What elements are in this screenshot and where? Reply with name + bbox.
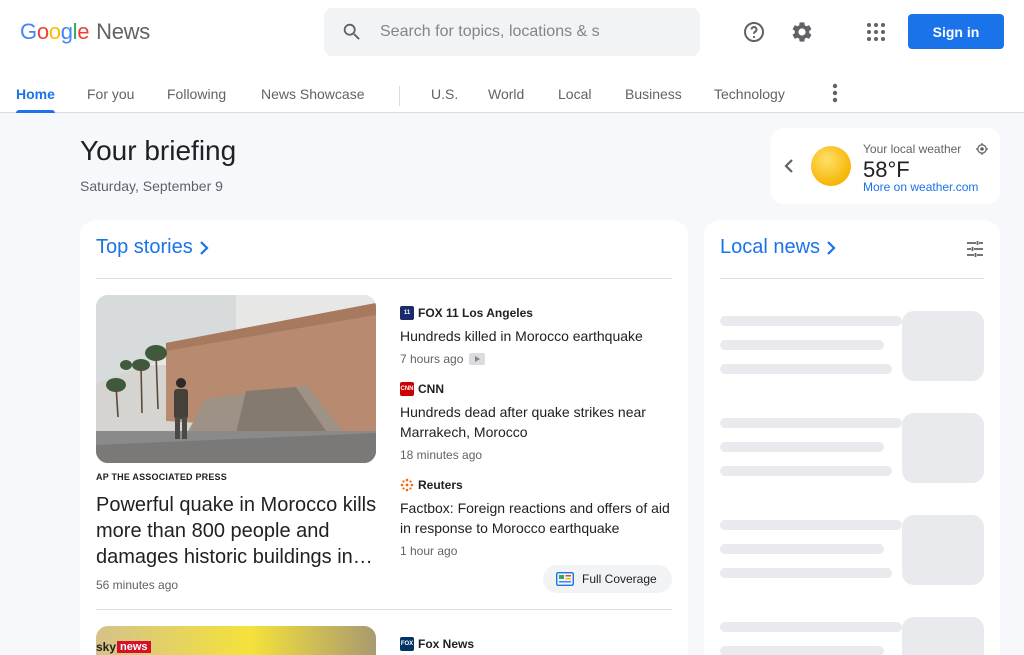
sky-news-logo: sky news xyxy=(96,640,151,654)
tab-news-showcase[interactable]: News Showcase xyxy=(261,86,365,113)
weather-label: Your local weather xyxy=(863,142,962,156)
divider xyxy=(96,609,672,610)
app-header: GoogleNews Sign in Home For you Followin… xyxy=(0,0,1024,113)
second-story-image[interactable]: sky news xyxy=(96,626,376,655)
divider xyxy=(96,278,672,279)
section-nav: Home For you Following News Showcase U.S… xyxy=(0,78,1024,113)
story-headline[interactable]: Hundreds dead after quake strikes near M… xyxy=(400,402,670,442)
weather-link[interactable]: More on weather.com xyxy=(863,180,978,194)
story-time: 18 minutes ago xyxy=(400,448,483,462)
story-time: 1 hour ago xyxy=(400,544,458,558)
help-icon[interactable] xyxy=(738,16,770,48)
story-source: Fox News xyxy=(418,637,475,651)
story-headline[interactable]: Factbox: Foreign reactions and offers of… xyxy=(400,498,670,538)
tab-technology[interactable]: Technology xyxy=(714,86,785,113)
divider xyxy=(720,278,984,279)
sign-in-button[interactable]: Sign in xyxy=(908,14,1004,49)
weather-widget[interactable]: Your local weather 58°F More on weather.… xyxy=(771,128,1000,204)
story-source: FOX 11 Los Angeles xyxy=(418,306,533,320)
apps-grid-icon[interactable] xyxy=(860,16,892,48)
location-icon[interactable] xyxy=(976,142,988,160)
chevron-right-icon xyxy=(827,240,836,255)
tab-local[interactable]: Local xyxy=(558,86,591,113)
chevron-right-icon xyxy=(199,240,209,255)
briefing-date: Saturday, September 9 xyxy=(80,178,223,194)
related-story-1[interactable]: 11 FOX 11 Los Angeles Hundreds killed in … xyxy=(400,305,670,366)
main-story-image[interactable] xyxy=(96,295,376,463)
second-story-source[interactable]: FOX Fox News xyxy=(400,636,474,652)
fox11-logo-icon: 11 xyxy=(400,306,414,320)
nav-divider xyxy=(399,86,400,106)
video-icon xyxy=(469,353,486,365)
reuters-logo-icon xyxy=(400,478,414,492)
google-news-logo[interactable]: Go o g l e News xyxy=(20,19,150,45)
tune-icon[interactable] xyxy=(966,240,984,263)
tab-home[interactable]: Home xyxy=(16,86,55,113)
related-story-2[interactable]: CNN CNN Hundreds dead after quake strikes… xyxy=(400,381,670,462)
tab-business[interactable]: Business xyxy=(625,86,682,113)
sunny-weather-icon xyxy=(809,144,853,188)
full-coverage-button[interactable]: Full Coverage xyxy=(543,565,672,593)
main-story-time: 56 minutes ago xyxy=(96,578,179,592)
related-story-3[interactable]: Reuters Factbox: Foreign reactions and o… xyxy=(400,477,670,558)
cnn-logo-icon: CNN xyxy=(400,382,414,396)
tab-following[interactable]: Following xyxy=(167,86,226,113)
main-story-headline[interactable]: Powerful quake in Morocco kills more tha… xyxy=(96,492,378,570)
story-source: CNN xyxy=(418,382,444,396)
fox-news-logo-icon: FOX xyxy=(400,637,414,651)
tab-us[interactable]: U.S. xyxy=(431,86,458,113)
local-news-heading[interactable]: Local news xyxy=(720,236,838,259)
story-headline[interactable]: Hundreds killed in Morocco earthquake xyxy=(400,326,670,346)
top-stories-card: Top stories AP THE ASSOCIATED PRESS Powe… xyxy=(80,220,688,655)
more-vert-icon[interactable] xyxy=(823,81,847,105)
search-box[interactable] xyxy=(324,8,700,56)
story-time: 7 hours ago xyxy=(400,352,464,366)
local-news-card: Local news xyxy=(704,220,1000,655)
top-stories-heading[interactable]: Top stories xyxy=(96,236,211,259)
full-coverage-icon xyxy=(556,572,574,586)
ap-logo: AP THE ASSOCIATED PRESS xyxy=(96,472,227,482)
chevron-left-icon[interactable] xyxy=(783,156,795,181)
settings-gear-icon[interactable] xyxy=(786,16,818,48)
search-icon[interactable] xyxy=(324,8,380,56)
story-source: Reuters xyxy=(418,478,463,492)
page-title: Your briefing xyxy=(80,135,237,166)
search-input[interactable] xyxy=(380,23,680,41)
tab-for-you[interactable]: For you xyxy=(87,86,134,113)
tab-world[interactable]: World xyxy=(488,86,524,113)
